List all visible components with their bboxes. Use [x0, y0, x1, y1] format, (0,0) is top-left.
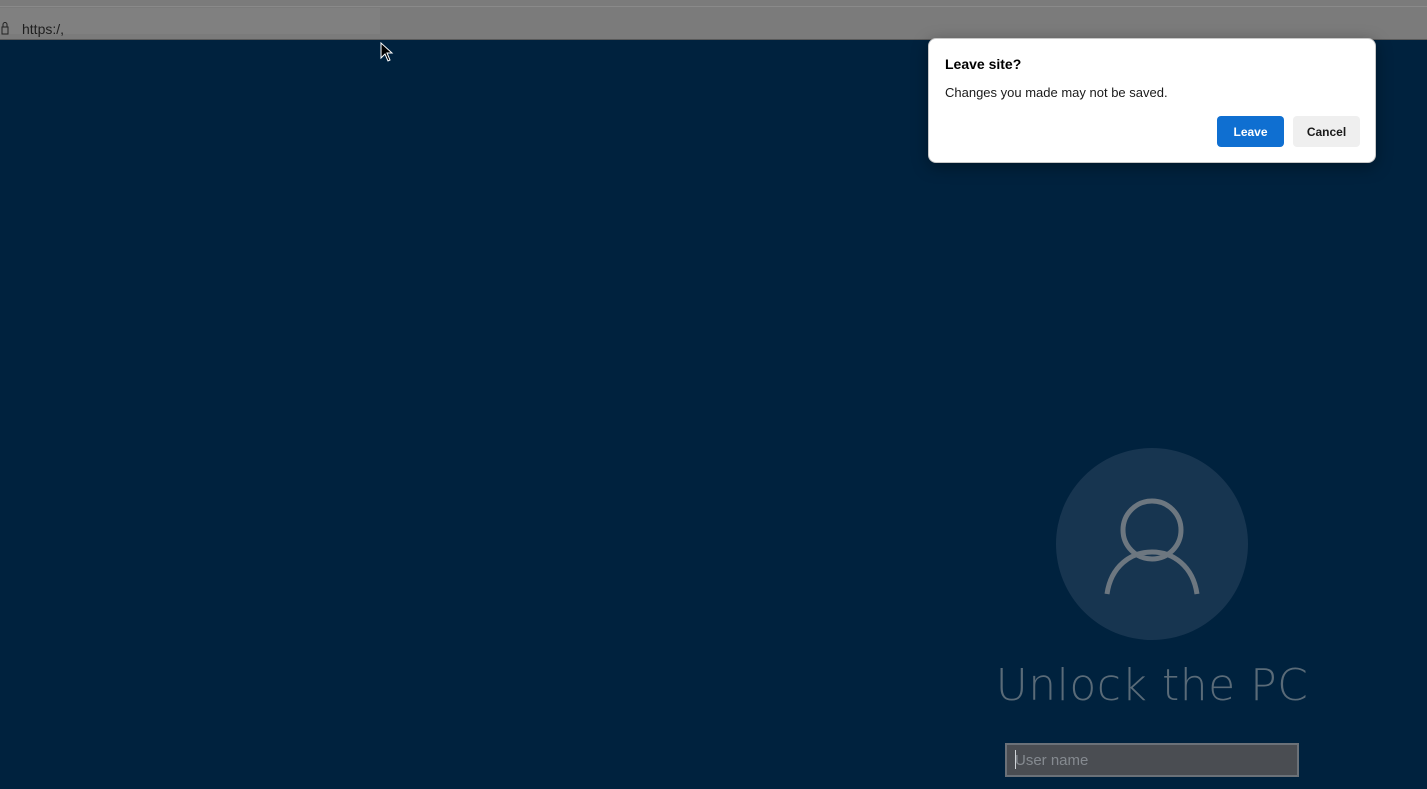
unlock-title: Unlock the PC [995, 660, 1309, 711]
dialog-message: Changes you made may not be saved. [945, 85, 1168, 100]
text-caret [1015, 750, 1016, 769]
username-input[interactable] [1005, 743, 1299, 777]
dialog-title: Leave site? [945, 56, 1022, 72]
cancel-button[interactable]: Cancel [1293, 116, 1360, 147]
lock-icon[interactable] [1, 21, 9, 35]
leave-site-dialog: Leave site? Changes you made may not be … [928, 38, 1376, 163]
user-icon [1104, 498, 1200, 595]
address-bar[interactable]: https:/, [0, 8, 380, 37]
mouse-pointer-icon [380, 42, 394, 62]
browser-toolbar: https:/, [0, 0, 1427, 40]
leave-button[interactable]: Leave [1217, 116, 1284, 147]
toolbar-divider [0, 6, 1427, 7]
user-avatar [1056, 448, 1248, 640]
url-text[interactable]: https:/, [22, 21, 64, 37]
